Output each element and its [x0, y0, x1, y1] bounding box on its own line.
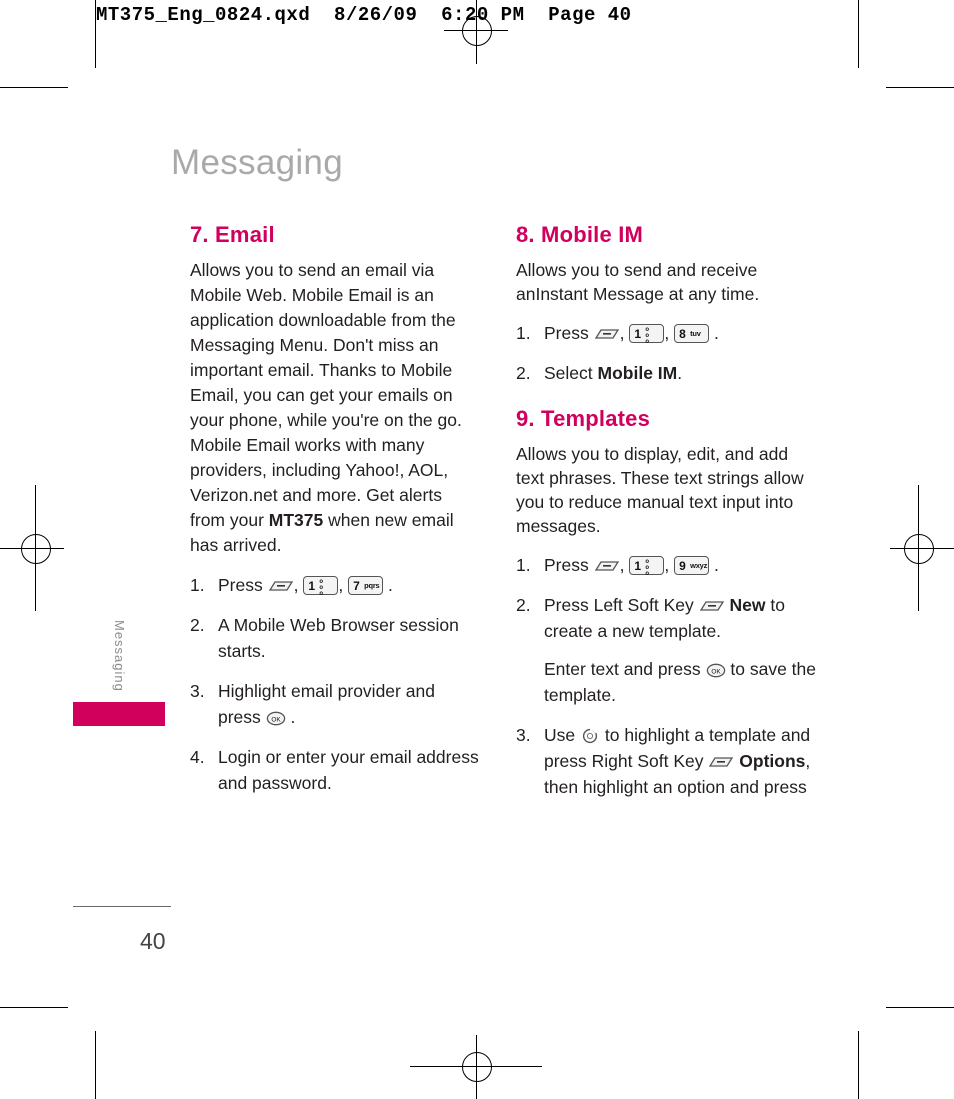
step-text-tail: .: [713, 323, 719, 343]
templates-steps: 1. Press , 1ooo, 9 wxyz . 2. Press Left S…: [516, 552, 816, 800]
step-text-tail: .: [290, 707, 296, 727]
crop-mark-bottom-right-vertical: [858, 1031, 859, 1099]
soft-key-label-new: New: [729, 595, 766, 615]
step-number: 4.: [190, 747, 205, 767]
menu-soft-key-icon: [594, 327, 620, 342]
list-item: 1. Press , 1ooo, 7 pqrs .: [190, 572, 480, 598]
step-text-tail: .: [677, 363, 683, 383]
step-number: 2.: [516, 363, 531, 383]
navigation-key-icon: [580, 728, 600, 744]
ok-key-icon: OK: [266, 711, 286, 726]
substep-text: Enter text and press: [544, 659, 701, 679]
section-heading-templates: 9. Templates: [516, 406, 651, 431]
key-8-tuv-icon: 8 tuv: [674, 324, 710, 343]
svg-text:OK: OK: [711, 668, 721, 675]
step-text: Highlight email provider and press: [218, 681, 435, 727]
list-item: 2. Select Mobile IM.: [516, 360, 816, 386]
right-column: 8. Mobile IM Allows you to send and rece…: [516, 222, 816, 814]
crop-mark-right-bottom-horizontal: [886, 1007, 954, 1008]
list-item: 3. Highlight email provider and press OK…: [190, 678, 480, 730]
right-soft-key-icon: [708, 755, 734, 770]
menu-item-mobile-im: Mobile IM: [597, 363, 678, 383]
mobile-im-description: Allows you to send and receive anInstant…: [516, 260, 760, 304]
step-text: Press: [544, 555, 589, 575]
step-number: 1.: [516, 323, 531, 343]
registration-left-circle: [21, 534, 51, 564]
soft-key-label-options: Options: [739, 751, 806, 771]
step-number: 1.: [516, 555, 531, 575]
model-name: MT375: [268, 510, 324, 530]
step-text: A Mobile Web Browser session starts.: [218, 615, 459, 661]
section-heading-email: 7. Email: [190, 222, 275, 247]
left-soft-key-icon: [699, 599, 725, 614]
step-number: 1.: [190, 575, 205, 595]
key-9-wxyz-icon: 9 wxyz: [674, 556, 710, 575]
mobile-im-steps: 1. Press , 1ooo, 8 tuv . 2. Select Mobile…: [516, 320, 816, 386]
svg-text:OK: OK: [271, 716, 281, 723]
step-substep: Enter text and press OK to save the temp…: [544, 656, 816, 708]
step-number: 2.: [190, 615, 205, 635]
step-text: Press Left Soft Key: [544, 595, 694, 615]
menu-soft-key-icon: [594, 559, 620, 574]
side-tab-bar: [73, 702, 165, 726]
folio-number: 40: [140, 928, 166, 954]
step-number: 3.: [516, 725, 531, 745]
crop-mark-right-top-horizontal: [886, 87, 954, 88]
prepress-slug: MT375_Eng_0824.qxd 8/26/09 6:20 PM Page …: [96, 4, 632, 26]
crop-mark-left-top-horizontal: [0, 87, 68, 88]
list-item: 1. Press , 1ooo, 8 tuv .: [516, 320, 816, 346]
left-column: 7. Email Allows you to send an email via…: [190, 222, 480, 810]
registration-bottom-circle: [462, 1052, 492, 1082]
page-title: Messaging: [171, 143, 343, 182]
step-text-tail: .: [387, 575, 393, 595]
step-text-tail: .: [713, 555, 719, 575]
key-7-pqrs-icon: 7 pqrs: [348, 576, 384, 595]
menu-soft-key-icon: [268, 579, 294, 594]
email-description: Allows you to send an email via Mobile W…: [190, 260, 462, 555]
key-1-voicemail-icon: 1ooo: [303, 576, 339, 597]
step-text: Login or enter your email address and pa…: [218, 747, 479, 793]
list-item: 2. A Mobile Web Browser session starts.: [190, 612, 480, 664]
step-number: 2.: [516, 595, 531, 615]
step-text: Use: [544, 725, 576, 745]
section-heading-mobile-im: 8. Mobile IM: [516, 222, 644, 247]
step-text: Press: [218, 575, 263, 595]
list-item: 3. Use to highlight a template and press…: [516, 722, 816, 800]
crop-mark-left-bottom-horizontal: [0, 1007, 68, 1008]
crop-mark-top-right-vertical: [858, 0, 859, 68]
templates-description: Allows you to display, edit, and add tex…: [516, 444, 804, 536]
step-text: Select: [544, 363, 593, 383]
step-number: 3.: [190, 681, 205, 701]
email-steps: 1. Press , 1ooo, 7 pqrs . 2. A Mobile Web…: [190, 572, 480, 796]
registration-right-circle: [904, 534, 934, 564]
key-1-voicemail-icon: 1ooo: [629, 324, 665, 345]
ok-key-icon: OK: [706, 663, 726, 678]
step-text: Press: [544, 323, 589, 343]
folio-rule: [73, 906, 171, 907]
list-item: 2. Press Left Soft Key New to create a n…: [516, 592, 816, 708]
crop-mark-bottom-left-vertical: [95, 1031, 96, 1099]
list-item: 4. Login or enter your email address and…: [190, 744, 480, 796]
list-item: 1. Press , 1ooo, 9 wxyz .: [516, 552, 816, 578]
key-1-voicemail-icon: 1ooo: [629, 556, 665, 577]
side-tab-label: Messaging: [112, 620, 127, 692]
